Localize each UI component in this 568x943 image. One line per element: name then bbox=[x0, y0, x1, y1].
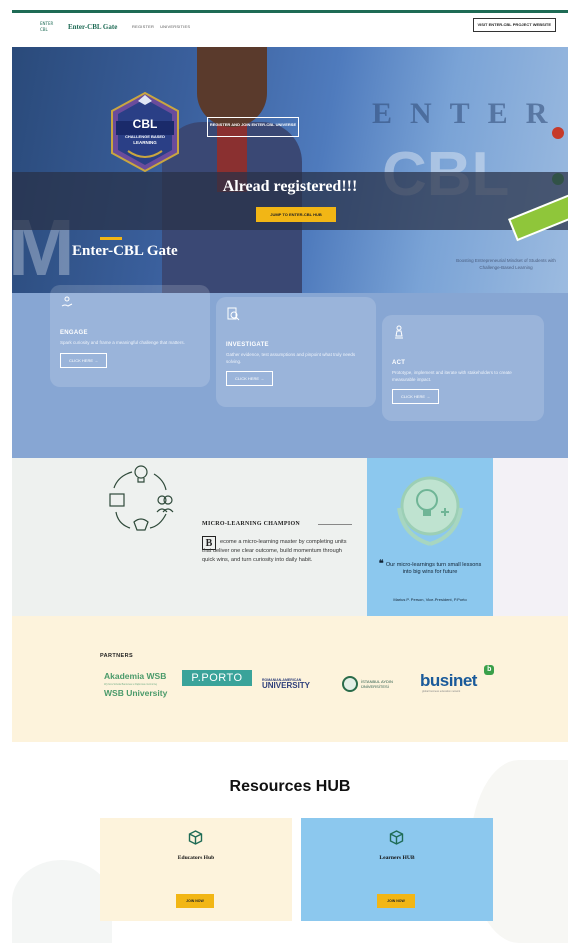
step-text: Gather evidence, test assumptions and pi… bbox=[226, 352, 356, 364]
hand-sparkle-icon bbox=[61, 296, 73, 307]
cbl-steps-section: ENGAGE Spark curiosity and frame a meani… bbox=[12, 285, 568, 458]
step-card-investigate: INVESTIGATE Gather evidence, test assump… bbox=[216, 297, 376, 407]
gate-title-accent bbox=[100, 237, 122, 240]
register-join-button[interactable]: REGISTER AND JOIN ENTER-CBL UNIVERSE bbox=[207, 117, 299, 137]
partner-logo-pporto[interactable]: P.PORTO bbox=[182, 670, 252, 686]
aydin-seal-icon bbox=[342, 676, 358, 692]
testimonial-quote: ❝ Our micro-learnings turn small lessons… bbox=[377, 558, 483, 577]
micro-learning-section: MICRO-LEARNING CHAMPION B ecome a micro-… bbox=[12, 458, 367, 616]
chess-piece-icon bbox=[395, 325, 403, 339]
testimonial-author: Marius P. Person, Vice-President, P.Port… bbox=[393, 597, 467, 602]
educators-join-button[interactable]: JOIN NOW bbox=[176, 894, 214, 908]
already-registered-heading: Alread registered!!! bbox=[222, 178, 358, 195]
hero-bg-word-enter: ENTER bbox=[372, 97, 566, 130]
hero-caption: Boosting Entrepreneurial Mindset of Stud… bbox=[456, 258, 556, 270]
micro-learning-title: MICRO-LEARNING CHAMPION bbox=[202, 521, 301, 527]
site-logo-text: ENTER CBL bbox=[40, 21, 54, 32]
jump-to-hub-button[interactable]: JUMP TO ENTER-CBL HUB bbox=[256, 207, 336, 222]
cbl-badge-sub1: CHALLENGE BASED bbox=[124, 134, 165, 139]
nav-universities[interactable]: UNIVERSITIES bbox=[160, 24, 190, 29]
partner-aydin-line2: ÜNİVERSİTESİ bbox=[361, 684, 389, 689]
hero-decor-dot-red bbox=[552, 127, 564, 139]
cube-icon bbox=[389, 830, 404, 845]
micro-right-decor bbox=[493, 458, 568, 616]
partners-section: PARTNERS Akademia WSB Wyższa Szkoła Bank… bbox=[12, 616, 568, 742]
partner-wsb-name: Akademia WSB bbox=[104, 671, 167, 681]
investigate-click-here-button[interactable]: CLICK HERE → bbox=[226, 371, 274, 386]
partner-logo-rau[interactable]: ROMANIAN-AMERICAN UNIVERSITY bbox=[262, 678, 310, 690]
micro-learning-text: ecome a micro-learning master by complet… bbox=[202, 539, 347, 563]
step-title: ACT bbox=[392, 360, 406, 366]
step-title: ENGAGE bbox=[60, 330, 88, 336]
cube-icon bbox=[188, 830, 203, 845]
learners-join-button[interactable]: JOIN NOW bbox=[377, 894, 415, 908]
cbl-badge-title: CBL bbox=[132, 117, 158, 131]
partner-logo-wsb[interactable]: Akademia WSB Wyższa Szkoła Bankowa w Dąb… bbox=[104, 669, 167, 700]
quote-icon: ❝ bbox=[378, 558, 386, 568]
cbl-badge-sub2: LEARNING bbox=[133, 140, 157, 145]
hub-name: Learners HUB bbox=[379, 855, 415, 861]
nav-register[interactable]: REGISTER bbox=[132, 24, 154, 29]
partner-rau-line2: UNIVERSITY bbox=[262, 681, 311, 690]
magnifier-document-icon bbox=[227, 307, 240, 321]
partner-wsb-name-en: WSB University bbox=[104, 688, 168, 698]
partner-businet-tagline: global business education network bbox=[422, 690, 461, 693]
partner-wsb-sub: Wyższa Szkoła Bankowa w Dąbrowie Górnicz… bbox=[104, 683, 157, 686]
resources-hub-title: Resources HUB bbox=[229, 778, 351, 795]
step-text: Spark curiosity and frame a meaningful c… bbox=[60, 340, 185, 345]
testimonial-panel: ❝ Our micro-learnings turn small lessons… bbox=[367, 458, 493, 616]
step-title: INVESTIGATE bbox=[226, 342, 269, 348]
engage-click-here-button[interactable]: CLICK HERE → bbox=[60, 352, 108, 368]
cbl-badge-icon bbox=[111, 91, 179, 173]
act-click-here-button[interactable]: CLICK HERE → bbox=[392, 389, 440, 404]
brand-name[interactable]: Enter-CBL Gate bbox=[68, 23, 117, 31]
educators-hub-card: Educators Hub JOIN NOW bbox=[100, 818, 292, 921]
partner-logo-businet[interactable]: businet b global business education netw… bbox=[420, 665, 494, 693]
partners-title: PARTNERS bbox=[100, 653, 134, 659]
micro-title-rule bbox=[318, 524, 352, 525]
partner-logo-aydin[interactable]: İSTANBUL AYDIN ÜNİVERSİTESİ bbox=[342, 676, 393, 692]
step-text: Prototype, implement and iterate with st… bbox=[392, 370, 512, 382]
partner-businet-name: businet bbox=[420, 671, 477, 690]
lightbulb-medal-icon bbox=[397, 476, 463, 546]
step-card-act: ACT Prototype, implement and iterate wit… bbox=[382, 315, 544, 421]
gate-title: Enter-CBL Gate bbox=[72, 243, 178, 259]
hero-speaker-face bbox=[197, 47, 267, 127]
learners-hub-card: Learners HUB JOIN NOW bbox=[301, 818, 493, 921]
site-header: ENTER CBL Enter-CBL Gate REGISTER UNIVER… bbox=[12, 13, 568, 47]
visit-project-website-button[interactable]: VISIT ENTER-CBL PROJECT WEBSITE bbox=[472, 18, 556, 32]
testimonial-quote-text: Our micro-learnings turn small lessons i… bbox=[385, 562, 482, 576]
step-card-engage: ENGAGE Spark curiosity and frame a meani… bbox=[50, 285, 210, 387]
businet-badge-icon: b bbox=[484, 665, 494, 675]
learning-cycle-icon bbox=[109, 465, 174, 531]
site-logo[interactable]: ENTER CBL bbox=[40, 21, 62, 39]
hub-name: Educators Hub bbox=[177, 855, 215, 861]
hero-banner: ENTER CBL M CBL CHALLENGE BASED LEARNING… bbox=[12, 47, 568, 293]
resources-left-decor bbox=[12, 860, 112, 943]
main-nav: REGISTER UNIVERSITIES bbox=[132, 24, 190, 29]
